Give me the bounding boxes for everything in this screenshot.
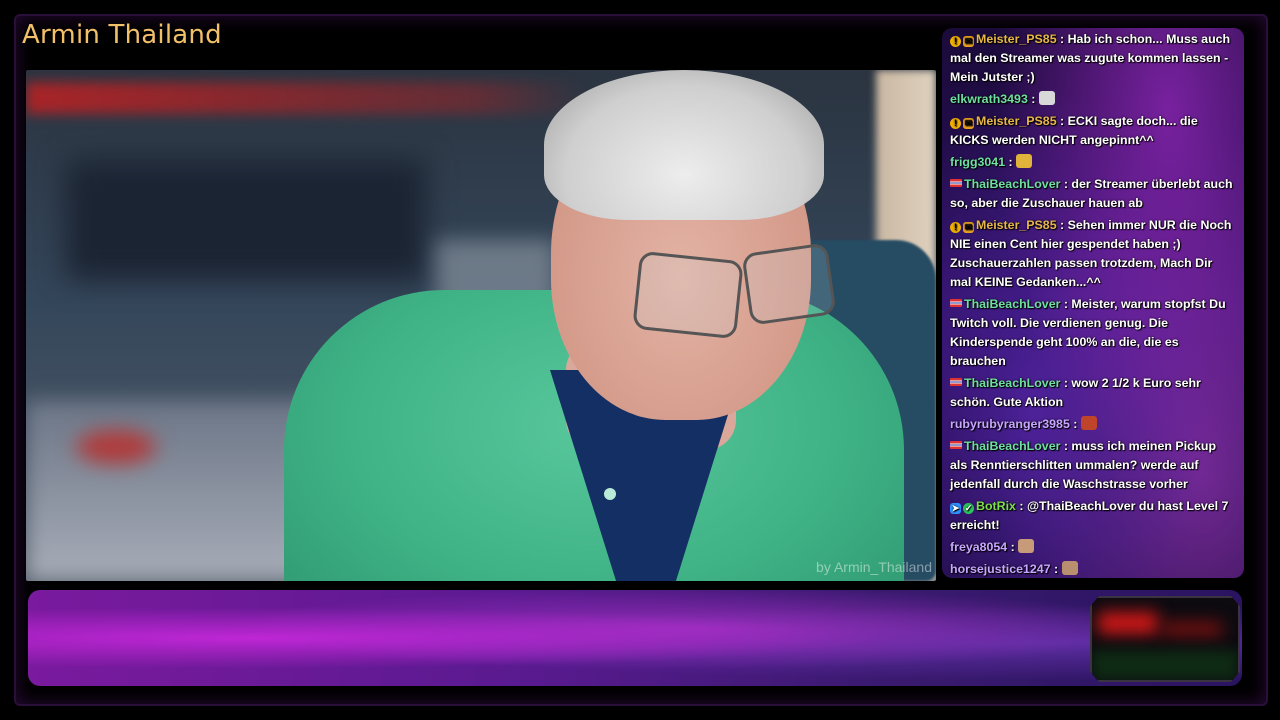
bottom-banner (28, 590, 1242, 686)
room-minicam (1090, 596, 1240, 682)
chat-separator: : (1056, 114, 1068, 128)
cat-emote-icon (1018, 539, 1035, 553)
chat-username[interactable]: Meister_PS85 (976, 32, 1057, 46)
chat-message: ! ✉ Meister_PS85 : ECKI sagte doch... die … (942, 112, 1244, 150)
chat-message: ➤ ✓ BotRix : @ThaiBeachLover du hast Level… (942, 497, 1244, 535)
background-shelf (66, 160, 426, 280)
warn-badge-icon: ! (950, 118, 961, 129)
chat-message: freya8054 : (942, 538, 1244, 557)
bot-badge-icon: ➤ (950, 503, 961, 514)
chat-username[interactable]: rubyrubyranger3985 (950, 417, 1070, 431)
warn-badge-icon: ! (950, 36, 961, 47)
chat-message: ThaiBeachLover : Meister, warum stopfst … (942, 295, 1244, 371)
glasses-left-lens (632, 250, 744, 340)
flag-badge-icon (950, 378, 962, 386)
chat-username[interactable]: ThaiBeachLover (964, 177, 1060, 191)
chat-panel[interactable]: ! ✉ Meister_PS85 : Hab ich schon... Muss a… (942, 28, 1244, 578)
chat-message: ThaiBeachLover : wow 2 1/2 k Euro sehr s… (942, 374, 1244, 412)
chat-username[interactable]: Meister_PS85 (976, 114, 1057, 128)
chat-separator: : (1005, 155, 1017, 169)
glasses-right-lens (741, 242, 837, 326)
chat-username[interactable]: elkwrath3493 (950, 92, 1028, 106)
chat-message: ! ✉ Meister_PS85 : Hab ich schon... Muss a… (942, 30, 1244, 87)
flag-badge-icon (950, 441, 962, 449)
chat-separator: : (1007, 540, 1019, 554)
flag-badge-icon (950, 299, 962, 307)
chat-separator: : (1050, 562, 1062, 576)
warn-badge-icon: ! (950, 222, 961, 233)
chat-message: ! ✉ Meister_PS85 : Sehen immer NUR die Noc… (942, 216, 1244, 292)
chat-separator: : (1027, 92, 1039, 106)
chat-separator: : (1060, 439, 1072, 453)
check-badge-icon: ✓ (963, 503, 974, 514)
chat-message: ThaiBeachLover : der Streamer überlebt a… (942, 175, 1244, 213)
chat-separator: : (1056, 32, 1068, 46)
chat-separator: : (1060, 177, 1072, 191)
hands-emote-icon (1038, 91, 1055, 105)
minicam-red-light (1098, 612, 1158, 634)
chat-separator: : (1056, 218, 1068, 232)
flag-badge-icon (950, 179, 962, 187)
chat-username[interactable]: ThaiBeachLover (964, 439, 1060, 453)
video-watermark: by Armin_Thailand (816, 559, 932, 575)
chat-username[interactable]: BotRix (976, 499, 1016, 513)
person-hair (544, 70, 824, 220)
chat-message: elkwrath3493 : (942, 90, 1244, 109)
chat-username[interactable]: frigg3041 (950, 155, 1005, 169)
gift-badge-icon: ✉ (963, 222, 974, 233)
chat-username[interactable]: ThaiBeachLover (964, 297, 1060, 311)
crown-emote-icon (1016, 154, 1033, 168)
chat-message: ThaiBeachLover : muss ich meinen Pickup … (942, 437, 1244, 494)
chat-message: rubyrubyranger3985 : (942, 415, 1244, 434)
chat-separator: : (1060, 297, 1072, 311)
minicam-red-light-dim (1162, 622, 1222, 636)
ruby-emote-icon (1080, 416, 1097, 430)
background-red-object (76, 430, 156, 464)
chat-username[interactable]: horsejustice1247 (950, 562, 1051, 576)
chat-message-list: ! ✉ Meister_PS85 : Hab ich schon... Muss a… (942, 28, 1244, 578)
gift-badge-icon: ✉ (963, 36, 974, 47)
webcam-video: by Armin_Thailand (26, 70, 936, 581)
chat-message: frigg3041 : (942, 153, 1244, 172)
chat-separator: : (1060, 376, 1072, 390)
channel-title: Armin Thailand (22, 20, 222, 50)
chat-separator: : (1069, 417, 1081, 431)
background-red-light (26, 82, 586, 114)
chat-separator: : (1015, 499, 1027, 513)
gift-badge-icon: ✉ (963, 118, 974, 129)
chat-message: horsejustice1247 : (942, 560, 1244, 578)
minicam-floor (1092, 650, 1238, 680)
chat-username[interactable]: freya8054 (950, 540, 1007, 554)
chat-username[interactable]: ThaiBeachLover (964, 376, 1060, 390)
pug-emote-icon (1061, 561, 1078, 575)
shirt-button (604, 488, 616, 500)
chat-username[interactable]: Meister_PS85 (976, 218, 1057, 232)
